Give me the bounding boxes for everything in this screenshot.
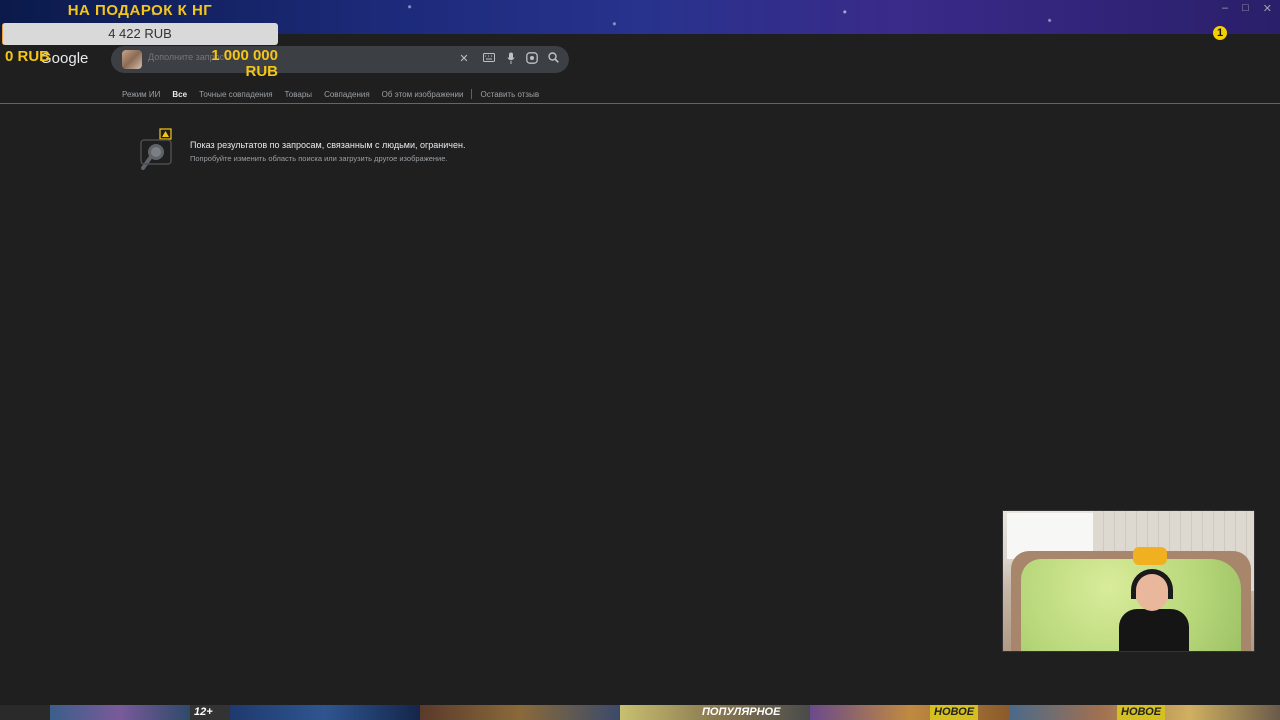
headset-icon [1131, 569, 1173, 599]
search-icon[interactable] [546, 52, 560, 66]
webcam-overlay [1002, 510, 1255, 652]
strip-label-new: НОВОЕ [1117, 705, 1166, 720]
strip-tile[interactable] [50, 705, 190, 720]
maximize-button[interactable]: □ [1242, 2, 1249, 15]
window-controls: – □ ✕ [1222, 2, 1272, 15]
donation-goal-title: НА ПОДАРОК К НГ [67, 2, 213, 19]
strip-label-new: НОВОЕ [930, 705, 979, 720]
tab-exact-matches[interactable]: Точные совпадения [193, 90, 278, 99]
tab-ai-mode[interactable]: Режим ИИ [116, 90, 166, 99]
donation-min-label: 0 RUB [5, 48, 51, 65]
strip-label-popular: ПОПУЛЯРНОЕ [702, 706, 781, 718]
strip-label-age: 12+ [194, 706, 213, 718]
strip-tile[interactable] [810, 705, 1010, 720]
tab-all[interactable]: Все [166, 90, 193, 99]
screen: – □ ✕ 1 Google ✕ НА ПОДАРОК К НГ 4 422 R… [0, 0, 1280, 720]
search-image-thumbnail[interactable] [122, 50, 142, 69]
notification-badge[interactable]: 1 [1213, 26, 1227, 40]
restricted-search-icon [138, 128, 176, 174]
close-window-button[interactable]: ✕ [1263, 2, 1272, 15]
tab-about-image[interactable]: Об этом изображении [376, 90, 470, 99]
clear-search-icon[interactable]: ✕ [457, 52, 471, 66]
search-box[interactable]: ✕ [111, 46, 569, 73]
donation-progress-bar: 4 422 RUB [2, 23, 278, 45]
donation-max-label: 1 000 000 RUB [211, 47, 278, 80]
tab-divider [471, 89, 473, 99]
notice-title: Показ результатов по запросам, связанным… [190, 140, 466, 150]
lens-icon[interactable] [525, 52, 539, 66]
webcam-streamer-body [1119, 609, 1189, 651]
notice-subtitle: Попробуйте изменить область поиска или з… [190, 154, 448, 163]
tab-matches[interactable]: Совпадения [318, 90, 376, 99]
webcam-streamer [1119, 569, 1189, 651]
search-tabs: Режим ИИ Все Точные совпадения Товары Со… [116, 87, 545, 101]
tabs-divider-line [0, 103, 1280, 104]
strip-tile[interactable] [420, 705, 620, 720]
microphone-icon[interactable] [504, 52, 518, 66]
keyboard-icon[interactable] [482, 52, 496, 66]
tab-products[interactable]: Товары [279, 90, 319, 99]
strip-tile[interactable] [0, 705, 50, 720]
donation-current-amount: 4 422 RUB [108, 26, 172, 41]
strip-tile[interactable] [230, 705, 420, 720]
feedback-link[interactable]: Оставить отзыв [474, 90, 545, 99]
webcam-pillow [1133, 547, 1167, 565]
minimize-button[interactable]: – [1222, 2, 1228, 15]
